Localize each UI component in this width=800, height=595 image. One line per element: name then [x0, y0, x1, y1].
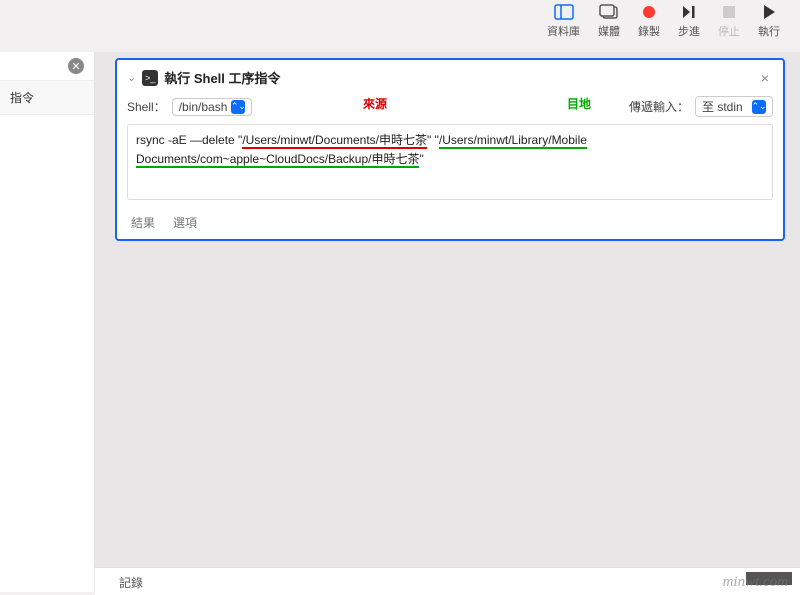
- toolbar-media-button[interactable]: 媒體: [598, 3, 620, 39]
- sidebar-close-row: ✕: [0, 52, 94, 80]
- dest-path-line1: /Users/minwt/Library/Mobile: [439, 133, 587, 149]
- window-toolbar: 資料庫 媒體 錄製 步進 停止 執行: [547, 3, 780, 39]
- record-icon: [638, 3, 660, 21]
- main-area: ⌄ >_ 執行 Shell 工序指令 × Shell： /bin/bash ⌃⌄…: [95, 52, 800, 595]
- annotation-dest: 目地: [567, 95, 591, 112]
- tab-results[interactable]: 結果: [131, 214, 155, 231]
- panel-header: ⌄ >_ 執行 Shell 工序指令 ×: [127, 66, 773, 93]
- toolbar-label: 執行: [758, 23, 780, 39]
- shell-value: /bin/bash: [179, 100, 228, 114]
- toolbar-step-button[interactable]: 步進: [678, 3, 700, 39]
- toolbar-run-button[interactable]: 執行: [758, 3, 780, 39]
- pass-input-select[interactable]: 至 stdin ⌃⌄: [695, 96, 773, 117]
- toolbar-label: 媒體: [598, 23, 620, 39]
- toolbar-label: 錄製: [638, 23, 660, 39]
- source-path: /Users/minwt/Documents/申時七茶: [242, 133, 427, 149]
- chevron-updown-icon: ⌃⌄: [231, 100, 245, 114]
- toolbar-label: 停止: [718, 23, 740, 39]
- shell-label: Shell：: [127, 98, 166, 115]
- stop-icon: [718, 3, 740, 21]
- panel-close-button[interactable]: ×: [757, 70, 773, 86]
- shell-select[interactable]: /bin/bash ⌃⌄: [172, 98, 253, 116]
- toolbar-record-button[interactable]: 錄製: [638, 3, 660, 39]
- shell-action-panel: ⌄ >_ 執行 Shell 工序指令 × Shell： /bin/bash ⌃⌄…: [115, 58, 785, 241]
- panel-tabs: 結果 選項: [127, 208, 773, 239]
- tab-options[interactable]: 選項: [173, 214, 197, 231]
- footer-log-label[interactable]: 記錄: [119, 576, 143, 590]
- panel-options-row: Shell： /bin/bash ⌃⌄ 來源 目地 傳遞輸入： 至 stdin …: [127, 93, 773, 120]
- chevron-updown-icon: ⌃⌄: [752, 100, 766, 114]
- panel-title: 執行 Shell 工序指令: [164, 68, 751, 87]
- toolbar-label: 步進: [678, 23, 700, 39]
- close-icon[interactable]: ✕: [68, 58, 84, 74]
- play-icon: [758, 3, 780, 21]
- chevron-down-icon[interactable]: ⌄: [127, 71, 136, 84]
- sidebar: ✕ 指令: [0, 52, 95, 592]
- step-icon: [678, 3, 700, 21]
- footer-bar: 記錄: [95, 567, 800, 595]
- toolbar-database-button[interactable]: 資料庫: [547, 3, 580, 39]
- script-textarea[interactable]: rsync -aE —delete "/Users/minwt/Document…: [127, 124, 773, 200]
- pass-input-label: 傳遞輸入：: [629, 98, 689, 115]
- sidebar-tab-commands[interactable]: 指令: [0, 80, 94, 115]
- watermark: minwt.com: [723, 574, 788, 591]
- dest-path-line2: Documents/com~apple~CloudDocs/Backup/申時七…: [136, 152, 419, 168]
- toolbar-label: 資料庫: [547, 23, 580, 39]
- pass-input-value: 至 stdin: [702, 98, 743, 115]
- media-icon: [598, 3, 620, 21]
- terminal-icon: >_: [142, 70, 158, 86]
- toolbar-stop-button[interactable]: 停止: [718, 3, 740, 39]
- sidebar-icon: [553, 3, 575, 21]
- annotation-source: 來源: [363, 95, 387, 112]
